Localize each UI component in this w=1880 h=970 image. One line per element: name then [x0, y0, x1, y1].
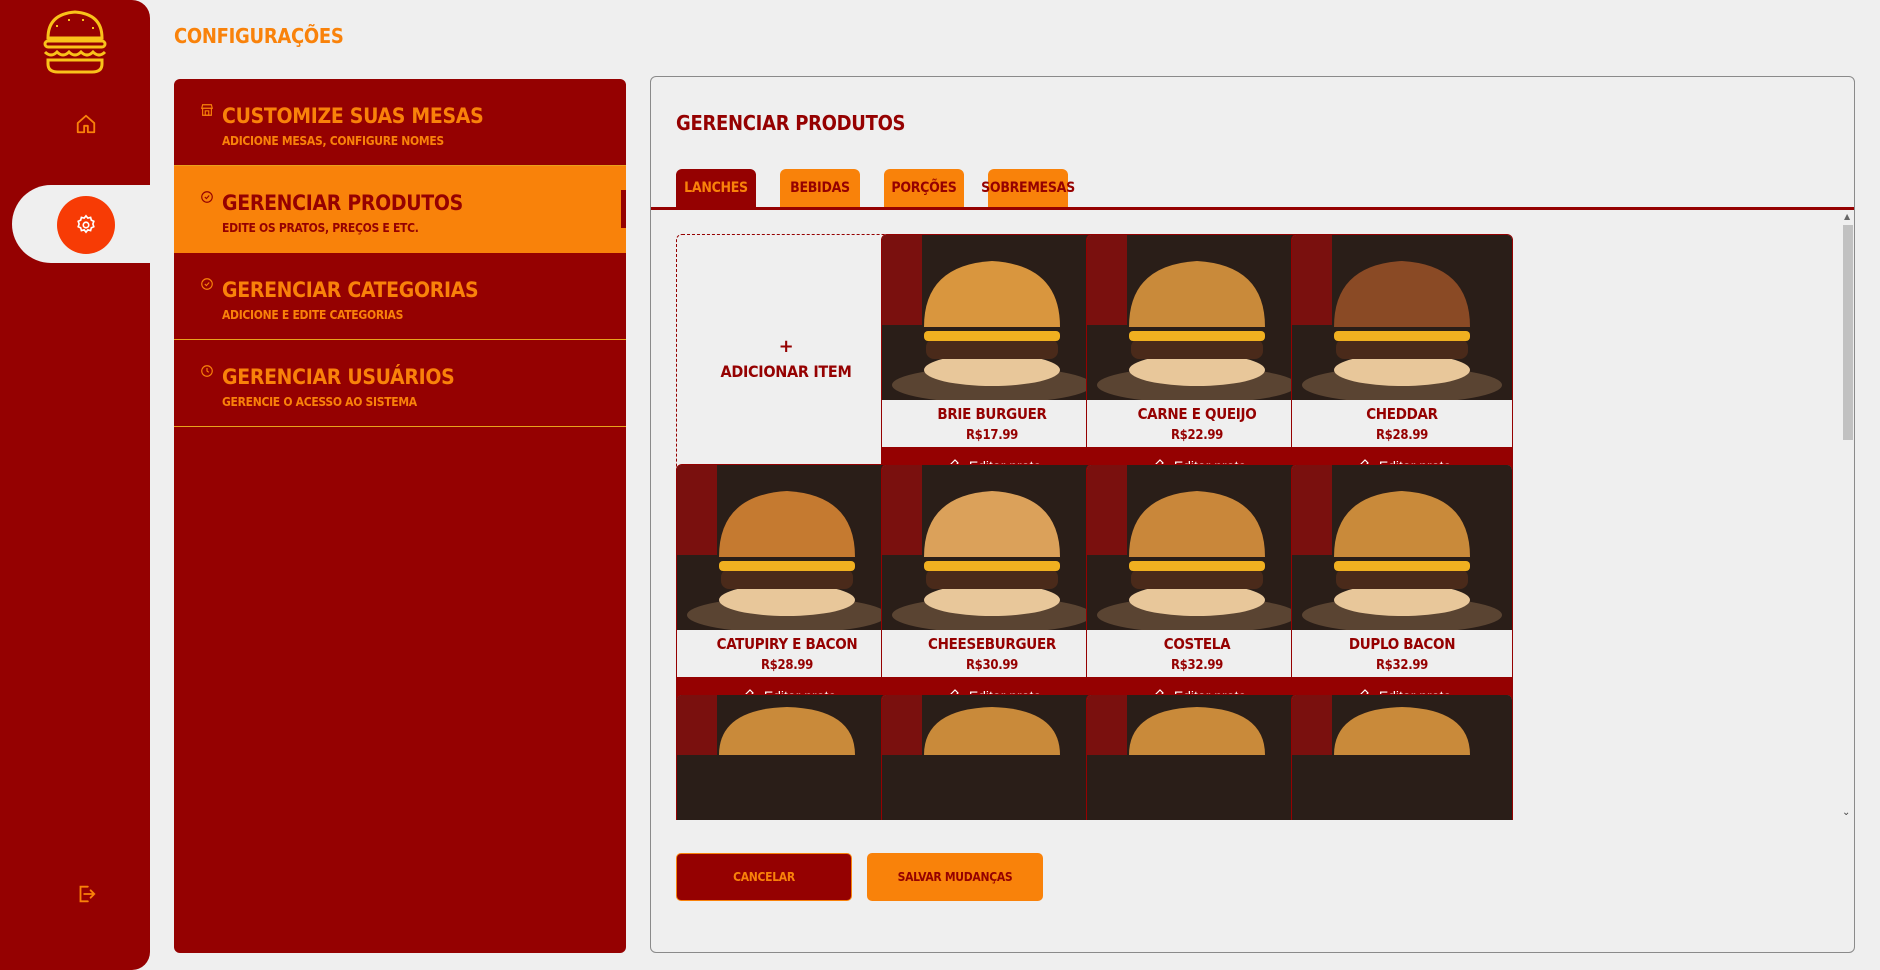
product-card-partial — [676, 694, 898, 820]
product-card: COSTELAR$32.99Editar prato — [1086, 464, 1308, 716]
sidebar-rail — [0, 0, 150, 970]
product-card: CATUPIRY E BACONR$28.99Editar prato — [676, 464, 898, 716]
product-image — [1292, 465, 1512, 630]
product-image — [1087, 695, 1307, 820]
product-price: R$17.99 — [965, 428, 1019, 443]
menu-item-subtitle: EDITE OS PRATOS, PREÇOS E ETC. — [222, 221, 419, 235]
add-item-label: ADICIONAR ITEM — [720, 361, 852, 381]
product-image — [882, 695, 1102, 820]
product-image — [882, 235, 1102, 400]
cancel-button[interactable]: CANCELAR — [676, 853, 852, 901]
home-button[interactable] — [72, 110, 100, 138]
add-item-button[interactable]: + ADICIONAR ITEM — [676, 234, 896, 484]
product-name: BRIE BURGUER — [937, 405, 1047, 423]
product-price: R$32.99 — [1170, 658, 1224, 673]
menu-item-subtitle: GERENCIE O ACESSO AO SISTEMA — [222, 395, 417, 409]
menu-item-subtitle: ADICIONE E EDITE CATEGORIAS — [222, 308, 404, 322]
logout-button[interactable] — [72, 880, 100, 908]
product-image — [1087, 465, 1307, 630]
product-card-partial — [1291, 694, 1513, 820]
tab-porcoes[interactable]: PORÇÕES — [884, 169, 964, 207]
product-card: CARNE E QUEIJOR$22.99Editar prato — [1086, 234, 1308, 486]
product-image — [1292, 235, 1512, 400]
badge-check-icon — [201, 191, 213, 203]
menu-item-title: GERENCIAR USUÁRIOS — [222, 365, 455, 389]
product-grid: + ADICIONAR ITEM BRIE BURGUERR$17.99Edit… — [651, 210, 1854, 820]
active-indicator — [621, 190, 626, 228]
menu-item-subtitle: ADICIONE MESAS, CONFIGURE NOMES — [222, 134, 444, 148]
burger-logo-icon — [43, 10, 107, 74]
product-image — [677, 695, 897, 820]
product-image — [1087, 235, 1307, 400]
page-title: CONFIGURAÇÕES — [174, 24, 344, 48]
product-price: R$30.99 — [965, 658, 1019, 673]
scroll-down-icon[interactable]: ⌄ — [1842, 807, 1850, 818]
menu-item-title: GERENCIAR PRODUTOS — [222, 191, 463, 215]
section-title: GERENCIAR PRODUTOS — [676, 111, 906, 135]
product-price: R$22.99 — [1170, 428, 1224, 443]
home-icon — [76, 114, 96, 134]
product-name: CATUPIRY E BACON — [716, 635, 858, 653]
tab-sobremesas[interactable]: SOBREMESAS — [981, 169, 1075, 207]
settings-menu: CUSTOMIZE SUAS MESAS ADICIONE MESAS, CON… — [174, 79, 626, 953]
tab-lanches[interactable]: LANCHES — [676, 169, 756, 207]
menu-item-title: CUSTOMIZE SUAS MESAS — [222, 104, 484, 128]
badge-check-icon — [201, 278, 213, 290]
scrollbar[interactable]: ▲ ⌄ — [1840, 210, 1854, 820]
store-icon — [201, 104, 213, 116]
menu-item-title: GERENCIAR CATEGORIAS — [222, 278, 479, 302]
product-image — [1292, 695, 1512, 820]
product-card-partial — [1086, 694, 1308, 820]
gear-icon — [77, 214, 95, 234]
clock-icon — [201, 365, 213, 377]
product-name: DUPLO BACON — [1348, 635, 1456, 653]
product-price: R$32.99 — [1375, 658, 1429, 673]
product-name: CHEESEBURGUER — [928, 635, 1056, 653]
product-image — [882, 465, 1102, 630]
product-image — [677, 465, 897, 630]
menu-item-manage-products[interactable]: GERENCIAR PRODUTOS EDITE OS PRATOS, PREÇ… — [174, 166, 626, 253]
settings-button[interactable] — [57, 196, 115, 254]
logout-icon — [79, 885, 96, 903]
product-card: BRIE BURGUERR$17.99Editar prato — [881, 234, 1103, 486]
menu-item-manage-users[interactable]: GERENCIAR USUÁRIOS GERENCIE O ACESSO AO … — [174, 340, 626, 427]
scroll-thumb[interactable] — [1843, 225, 1853, 440]
product-name: CHEDDAR — [1366, 405, 1438, 423]
product-name: COSTELA — [1163, 635, 1231, 653]
save-changes-button[interactable]: SALVAR MUDANÇAS — [867, 853, 1043, 901]
tab-bebidas[interactable]: BEBIDAS — [780, 169, 860, 207]
menu-item-customize-tables[interactable]: CUSTOMIZE SUAS MESAS ADICIONE MESAS, CON… — [174, 79, 626, 166]
scroll-up-icon[interactable]: ▲ — [1844, 212, 1850, 221]
product-card: CHEDDARR$28.99Editar prato — [1291, 234, 1513, 486]
product-price: R$28.99 — [1375, 428, 1429, 443]
products-panel: GERENCIAR PRODUTOS LANCHES BEBIDAS PORÇÕ… — [650, 76, 1855, 953]
product-name: CARNE E QUEIJO — [1137, 405, 1257, 423]
product-price: R$28.99 — [760, 658, 814, 673]
product-card: CHEESEBURGUERR$30.99Editar prato — [881, 464, 1103, 716]
plus-icon: + — [778, 335, 794, 357]
menu-item-manage-categories[interactable]: GERENCIAR CATEGORIAS ADICIONE E EDITE CA… — [174, 253, 626, 340]
product-card: DUPLO BACONR$32.99Editar prato — [1291, 464, 1513, 716]
product-card-partial — [881, 694, 1103, 820]
